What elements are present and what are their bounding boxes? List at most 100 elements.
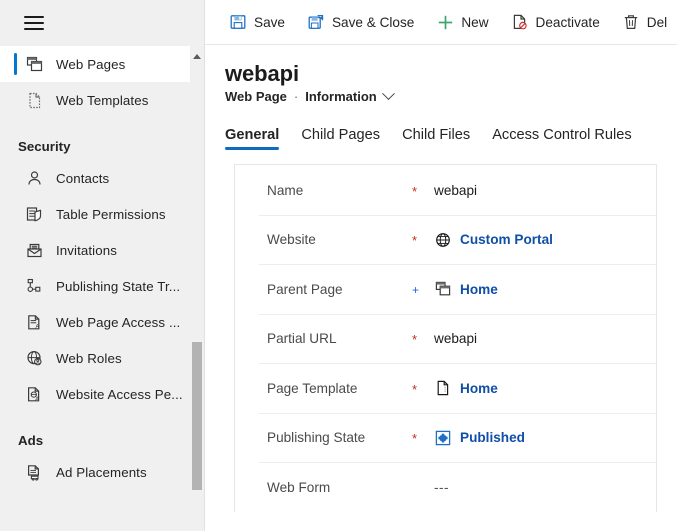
- save-and-close-button-label: Save & Close: [331, 14, 415, 30]
- sidebar-item-label: Ad Placements: [56, 464, 147, 480]
- ad-placements-icon: [24, 462, 44, 482]
- sidebar-item-label: Contacts: [56, 170, 110, 186]
- svg-text:A: A: [35, 396, 39, 402]
- page-template-link-text: Home: [460, 380, 498, 396]
- scrollbar-thumb[interactable]: [192, 342, 202, 490]
- form-selector-label: Information: [305, 89, 377, 105]
- website-access-icon: A: [24, 384, 44, 404]
- sidebar-group-security: Security: [18, 139, 71, 154]
- deactivate-button[interactable]: Deactivate: [501, 4, 610, 40]
- sidebar-item-web-templates[interactable]: Web Templates: [0, 82, 190, 118]
- recommended-indicator: +: [412, 283, 420, 298]
- web-pages-icon: [434, 280, 452, 298]
- sidebar-item-web-roles[interactable]: Web Roles: [0, 340, 190, 376]
- field-label: Website: [267, 232, 316, 248]
- sidebar-item-web-pages[interactable]: Web Pages: [0, 46, 190, 82]
- delete-icon: [622, 13, 640, 31]
- field-label: Web Form: [267, 479, 331, 495]
- command-bar: Save Save & Close New Deactivate Del: [205, 0, 677, 45]
- sidebar-item-website-access[interactable]: A Website Access Pe...: [0, 376, 190, 412]
- save-and-close-button[interactable]: Save & Close: [297, 4, 424, 40]
- parent-page-field-value[interactable]: Home: [434, 280, 498, 298]
- globe-icon: [434, 231, 452, 249]
- sidebar-nav-list: Web Pages Web Templates Security Contact…: [0, 46, 204, 490]
- page-template-icon: [434, 379, 452, 397]
- new-button-label: New: [461, 14, 489, 30]
- field-label: Publishing State: [267, 430, 366, 446]
- sidebar-item-label: Web Templates: [56, 92, 149, 108]
- chevron-down-icon: [381, 87, 395, 101]
- subtitle-separator: ·: [293, 89, 299, 105]
- web-form-field-value[interactable]: ---: [434, 480, 449, 495]
- required-indicator: *: [412, 233, 418, 249]
- tab-child-pages[interactable]: Child Pages: [301, 127, 380, 150]
- web-page-access-icon: A: [24, 312, 44, 332]
- table-permissions-icon: [24, 204, 44, 224]
- general-form-card: Name * webapi Website * Custom Portal Pa…: [234, 164, 657, 512]
- name-field-value[interactable]: webapi: [434, 183, 477, 198]
- page-template-field-value[interactable]: Home: [434, 379, 498, 397]
- required-indicator: *: [412, 381, 418, 397]
- publishing-state-icon: [434, 429, 452, 447]
- tab-child-files[interactable]: Child Files: [402, 127, 470, 150]
- scroll-up-arrow-icon[interactable]: [193, 54, 201, 59]
- parent-page-link-text: Home: [460, 281, 498, 297]
- sidebar-item-invitations[interactable]: Invitations: [0, 232, 190, 268]
- required-indicator: *: [412, 332, 418, 348]
- form-row-parent-page: Parent Page + Home: [235, 264, 656, 314]
- sidebar-item-label: Web Pages: [56, 56, 126, 72]
- sidebar-item-label: Web Roles: [56, 350, 122, 366]
- hamburger-icon[interactable]: [24, 16, 44, 30]
- sidebar-item-contacts[interactable]: Contacts: [0, 160, 190, 196]
- contact-icon: [24, 168, 44, 188]
- tab-access-control-rules[interactable]: Access Control Rules: [492, 127, 632, 150]
- page-title: webapi: [225, 61, 299, 86]
- web-roles-icon: [24, 348, 44, 368]
- delete-button[interactable]: Del: [612, 4, 677, 40]
- form-row-website: Website * Custom Portal: [235, 214, 656, 265]
- field-label: Partial URL: [267, 331, 337, 347]
- save-button-label: Save: [254, 14, 285, 30]
- record-subtitle: Web Page · Information: [225, 87, 677, 105]
- add-icon: [436, 13, 454, 31]
- tab-general[interactable]: General: [225, 127, 280, 151]
- publishing-state-transition-icon: [24, 276, 44, 296]
- publishing-state-field-value[interactable]: Published: [434, 429, 525, 447]
- entity-name: Web Page: [225, 89, 287, 105]
- sidebar-group-ads: Ads: [18, 433, 44, 448]
- field-label: Page Template: [267, 380, 358, 396]
- content-area: Save Save & Close New Deactivate Del web…: [205, 0, 677, 531]
- required-indicator: [412, 486, 434, 488]
- save-icon: [229, 13, 247, 31]
- deactivate-button-label: Deactivate: [535, 14, 600, 30]
- sidebar-item-publishing-state-transition[interactable]: Publishing State Tr...: [0, 268, 190, 304]
- sidebar-scrollbar[interactable]: [191, 50, 203, 531]
- sidebar-item-label: Web Page Access ...: [56, 314, 181, 330]
- svg-text:A: A: [35, 324, 39, 330]
- save-and-close-icon: [307, 13, 325, 31]
- new-button[interactable]: New: [426, 4, 498, 40]
- form-row-page-template: Page Template * Home: [235, 363, 656, 413]
- record-header: webapi Web Page · Information: [205, 45, 677, 104]
- delete-button-label: Del: [646, 14, 668, 30]
- form-selector[interactable]: Information: [305, 87, 395, 105]
- sidebar-item-table-permissions[interactable]: Table Permissions: [0, 196, 190, 232]
- field-label: Name: [267, 182, 304, 198]
- sidebar-item-ad-placements[interactable]: Ad Placements: [0, 454, 190, 490]
- form-row-publishing-state: Publishing State * Published: [235, 412, 656, 463]
- web-pages-icon: [24, 54, 44, 74]
- sidebar: Web Pages Web Templates Security Contact…: [0, 0, 205, 531]
- sidebar-menu-toggle[interactable]: [0, 0, 204, 46]
- required-indicator: *: [412, 431, 418, 447]
- field-label: Parent Page: [267, 281, 343, 297]
- sidebar-item-label: Publishing State Tr...: [56, 278, 181, 294]
- app-root: Web Pages Web Templates Security Contact…: [0, 0, 677, 531]
- partial-url-field-value[interactable]: webapi: [434, 331, 477, 346]
- sidebar-item-web-page-access[interactable]: A Web Page Access ...: [0, 304, 190, 340]
- save-button[interactable]: Save: [219, 4, 295, 40]
- website-field-value[interactable]: Custom Portal: [434, 231, 553, 249]
- sidebar-item-label: Table Permissions: [56, 206, 166, 222]
- form-row-partial-url: Partial URL * webapi: [235, 313, 656, 364]
